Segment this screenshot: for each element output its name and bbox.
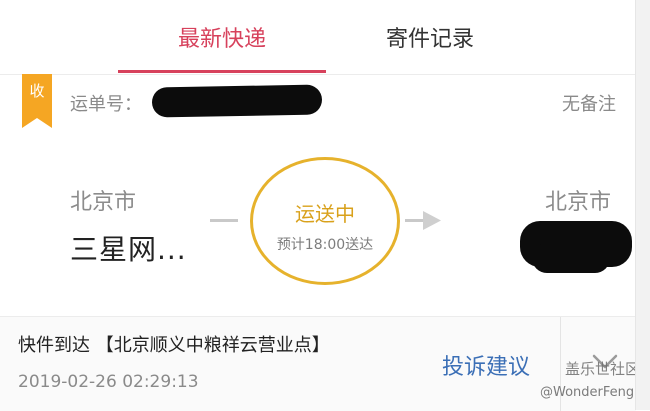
watermark-community: 盖乐世社区 <box>565 360 641 378</box>
redacted-waybill-number <box>151 84 323 118</box>
status-text: 运送中 <box>295 202 355 226</box>
right-edge-bar <box>635 0 650 410</box>
badge-label: 收 <box>29 82 45 100</box>
tracking-event-time: 2019-02-26 02:29:13 <box>18 372 199 392</box>
receive-badge: 收 <box>22 74 52 128</box>
active-tab-indicator <box>118 70 326 73</box>
origin-place: 三星网... <box>70 233 187 266</box>
tab-bar: 最新快递 寄件记录 <box>0 0 636 75</box>
origin-city: 北京市 <box>70 190 137 215</box>
shipment-status-circle: 运送中 预计18:00送达 <box>250 157 400 285</box>
redacted-destination-extra <box>532 243 610 273</box>
tab-latest-express[interactable]: 最新快递 <box>118 0 326 74</box>
remark-text: 无备注 <box>562 94 616 115</box>
watermark-username: @WonderFeng <box>540 385 635 400</box>
waybill-label: 运单号： <box>70 94 142 115</box>
tab-send-records[interactable]: 寄件记录 <box>326 0 534 74</box>
route-arrow-icon <box>405 211 441 230</box>
complaint-button[interactable]: 投诉建议 <box>442 349 530 381</box>
destination-city: 北京市 <box>545 190 612 215</box>
route-connector-left <box>210 219 238 222</box>
latest-tracking-event: 快件到达 【北京顺义中粮祥云营业点】 <box>18 335 330 356</box>
eta-text: 预计18:00送达 <box>276 237 374 253</box>
express-app-screen: 最新快递 寄件记录 收 运单号： 无备注 北京市 三星网... 运送中 预计18… <box>0 0 650 411</box>
